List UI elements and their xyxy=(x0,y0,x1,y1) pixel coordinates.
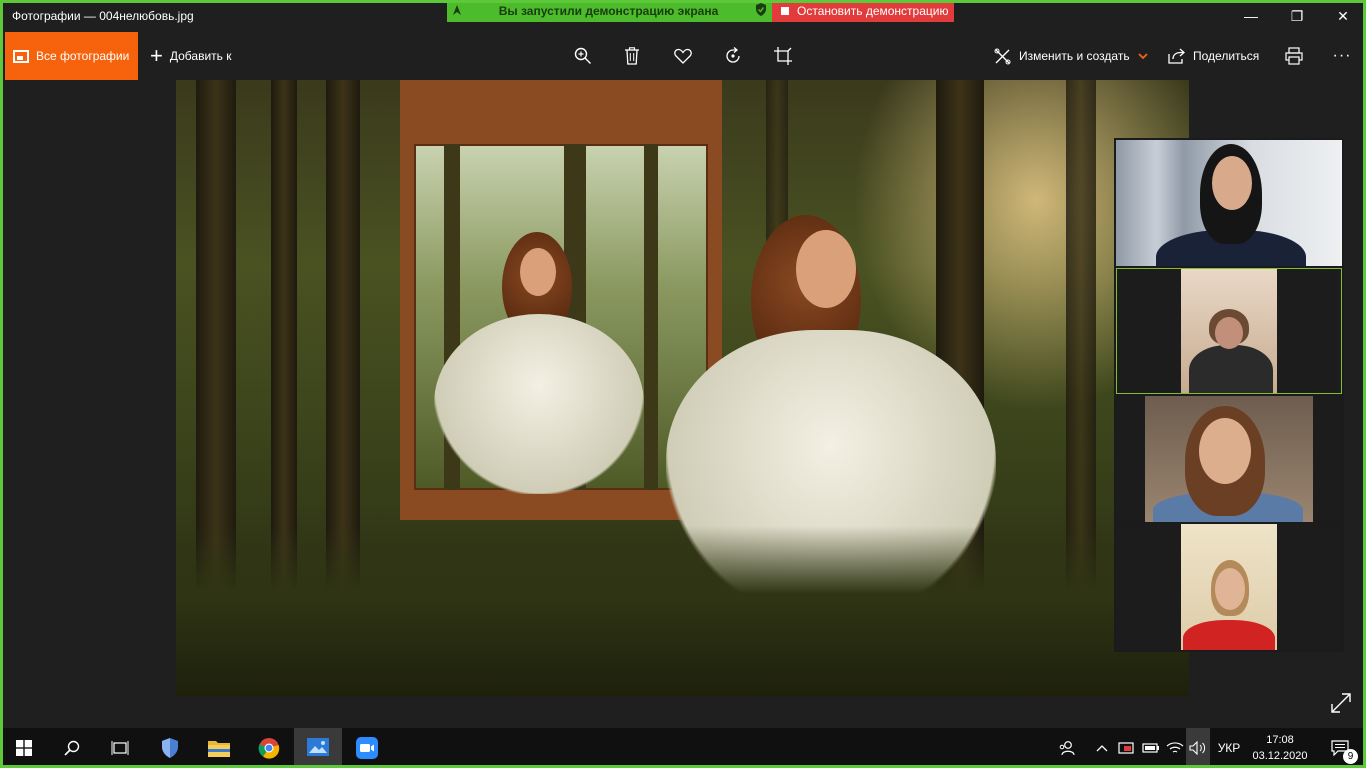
tray-network[interactable] xyxy=(1164,728,1186,768)
task-view-icon xyxy=(111,741,129,755)
edit-create-label: Изменить и создать xyxy=(1019,49,1130,63)
delete-button[interactable] xyxy=(618,42,646,70)
zoom-app-icon xyxy=(356,737,378,759)
show-hidden-icons-button[interactable] xyxy=(1093,728,1111,768)
taskbar-clock[interactable]: 17:08 03.12.2020 xyxy=(1248,732,1312,764)
participant-video-tile[interactable] xyxy=(1116,396,1342,522)
tray-battery[interactable] xyxy=(1140,728,1162,768)
edit-create-button[interactable]: Изменить и создать xyxy=(994,32,1148,80)
subject-face xyxy=(796,230,856,308)
taskbar-defender[interactable] xyxy=(146,728,194,768)
action-center-button[interactable]: 9 xyxy=(1318,728,1362,768)
folder-icon xyxy=(208,741,230,757)
share-button[interactable]: Поделиться xyxy=(1168,32,1259,80)
clock-date: 03.12.2020 xyxy=(1252,750,1308,762)
stop-share-button[interactable]: Остановить демонстрацию xyxy=(772,0,954,22)
rotate-icon xyxy=(726,47,740,63)
all-photos-button[interactable]: Все фотографии xyxy=(5,32,138,80)
participant-video-tile[interactable] xyxy=(1116,524,1342,650)
close-icon: ✕ xyxy=(1337,7,1349,24)
rotate-button[interactable] xyxy=(719,42,747,70)
add-to-label: Добавить к xyxy=(169,49,232,63)
expand-icon xyxy=(1331,693,1351,713)
favorite-button[interactable] xyxy=(669,42,697,70)
shield-icon xyxy=(162,738,178,758)
taskbar-photos[interactable] xyxy=(294,728,342,768)
volume-icon xyxy=(1189,741,1206,755)
close-button[interactable]: ✕ xyxy=(1320,0,1366,32)
search-icon xyxy=(64,740,80,756)
taskbar-file-explorer[interactable] xyxy=(195,728,243,768)
language-indicator: УКР xyxy=(1217,741,1241,755)
tray-volume[interactable] xyxy=(1186,728,1210,768)
tray-meet-now[interactable] xyxy=(1116,728,1138,768)
printer-icon xyxy=(1285,47,1303,65)
task-view-button[interactable] xyxy=(96,728,144,768)
plus-icon: + xyxy=(150,43,163,68)
zoom-in-button[interactable] xyxy=(569,42,597,70)
clock-time: 17:08 xyxy=(1266,734,1294,746)
screen-share-status-text: Вы запустили демонстрацию экрана xyxy=(498,4,719,18)
crop-icon xyxy=(774,47,792,65)
zoom-in-icon xyxy=(574,47,591,64)
more-options-button[interactable]: ··· xyxy=(1328,42,1356,70)
share-label: Поделиться xyxy=(1193,49,1260,63)
minimize-icon: — xyxy=(1244,8,1258,24)
forest-ground xyxy=(176,526,1189,696)
chrome-icon xyxy=(258,738,280,759)
add-to-button[interactable]: + Добавить к xyxy=(150,32,231,80)
photos-app-icon xyxy=(307,738,329,756)
share-icon xyxy=(1168,48,1185,64)
stop-icon xyxy=(781,7,789,15)
wifi-icon xyxy=(1166,742,1184,753)
participant-video-tile-active[interactable] xyxy=(1116,268,1342,394)
photo-icon xyxy=(13,49,29,63)
chevron-down-icon xyxy=(1137,52,1148,60)
trash-icon xyxy=(625,47,639,65)
more-icon: ··· xyxy=(1332,47,1352,64)
windows-taskbar: УКР 17:08 03.12.2020 9 xyxy=(0,728,1366,768)
share-arrow-icon xyxy=(447,4,467,19)
window-title: Фотографии — 004нелюбовь.jpg xyxy=(12,9,194,23)
print-button[interactable] xyxy=(1280,42,1308,70)
photos-toolbar: Все фотографии + Добавить к Изменить и с… xyxy=(0,32,1366,80)
search-button[interactable] xyxy=(48,728,96,768)
stop-share-label: Остановить демонстрацию xyxy=(797,4,949,18)
fullscreen-button[interactable] xyxy=(1330,692,1354,716)
screen-record-icon xyxy=(1118,742,1134,754)
start-button[interactable] xyxy=(0,728,48,768)
shield-check-icon xyxy=(750,3,772,19)
heart-icon xyxy=(674,48,692,64)
tray-language[interactable]: УКР xyxy=(1212,728,1246,768)
windows-logo-icon xyxy=(16,740,32,756)
people-button[interactable] xyxy=(1056,728,1078,768)
taskbar-chrome[interactable] xyxy=(245,728,293,768)
all-photos-label: Все фотографии xyxy=(36,49,130,63)
photo-viewer-image[interactable] xyxy=(176,80,1189,696)
crop-button[interactable] xyxy=(769,42,797,70)
battery-icon xyxy=(1142,743,1159,753)
maximize-icon: ❐ xyxy=(1290,7,1304,24)
chevron-up-icon xyxy=(1096,745,1108,752)
minimize-button[interactable]: — xyxy=(1228,0,1274,32)
participant-video-tile[interactable] xyxy=(1116,140,1342,266)
maximize-button[interactable]: ❐ xyxy=(1274,0,1320,32)
people-icon xyxy=(1059,741,1075,756)
video-participants-panel[interactable] xyxy=(1114,138,1344,652)
screen-share-status[interactable]: Вы запустили демонстрацию экрана xyxy=(447,0,772,22)
notification-count-badge: 9 xyxy=(1343,749,1358,764)
edit-create-icon xyxy=(994,48,1011,65)
taskbar-zoom[interactable] xyxy=(343,728,391,768)
